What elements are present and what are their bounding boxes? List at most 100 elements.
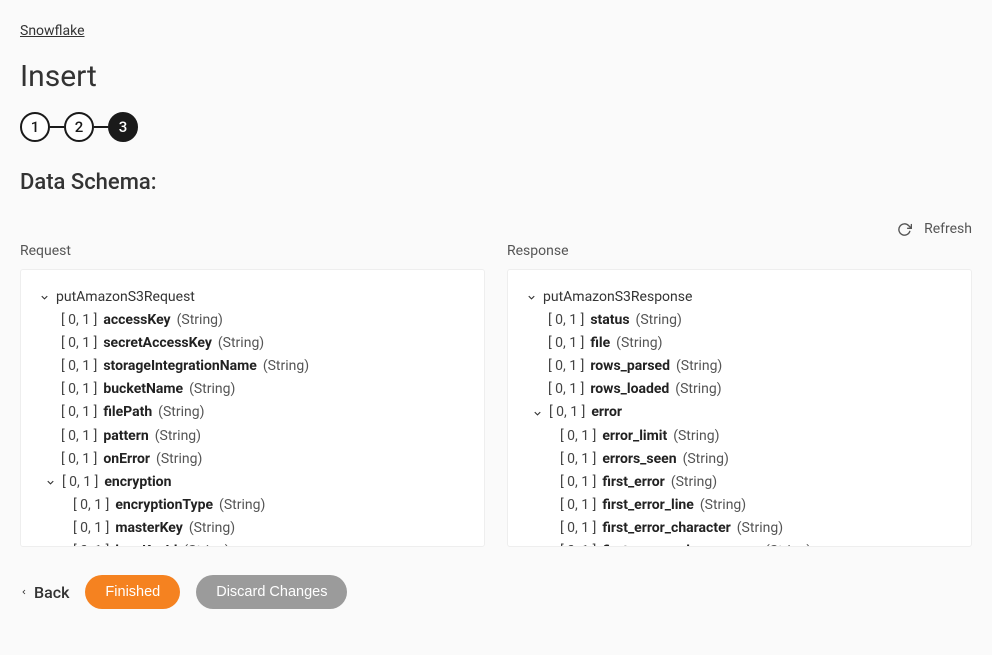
field-type: (String) (671, 471, 717, 494)
chevron-down-icon[interactable] (39, 292, 50, 303)
field-name: storageIntegrationName (103, 355, 256, 378)
field-type: (String) (683, 448, 729, 471)
field-name: pattern (103, 425, 148, 448)
field-cardinality: [ 0, 1 ] (560, 471, 596, 494)
field-cardinality: [ 0, 1 ] (61, 425, 97, 448)
field-cardinality: [ 0, 1 ] (560, 517, 596, 540)
field-type: (String) (673, 425, 719, 448)
step-connector (50, 126, 64, 128)
field-type: (String) (189, 517, 235, 540)
field-type: (String) (675, 378, 721, 401)
tree-row[interactable]: [ 0, 1 ] storageIntegrationName (String) (39, 355, 466, 378)
finished-button[interactable]: Finished (85, 575, 180, 609)
field-type: (String) (177, 309, 223, 332)
tree-row[interactable]: [ 0, 1 ] bucketName (String) (39, 378, 466, 401)
page-title: Insert (20, 59, 972, 94)
field-name: first_error (602, 471, 664, 494)
field-cardinality: [ 0, 1 ] (61, 355, 97, 378)
tree-row[interactable]: [ 0, 1 ] error_limit (String) (526, 425, 953, 448)
field-cardinality: [ 0, 1 ] (61, 309, 97, 332)
tree-row[interactable]: [ 0, 1 ] rows_loaded (String) (526, 378, 953, 401)
tree-row[interactable]: [ 0, 1 ] secretAccessKey (String) (39, 332, 466, 355)
section-title: Data Schema: (20, 170, 972, 195)
chevron-down-icon[interactable] (526, 292, 537, 303)
field-name: masterKey (115, 517, 182, 540)
refresh-icon (897, 222, 912, 237)
field-cardinality: [ 0, 1 ] (560, 448, 596, 471)
field-cardinality: [ 0, 1 ] (73, 540, 109, 547)
breadcrumb-link[interactable]: Snowflake (20, 23, 85, 39)
field-cardinality: [ 0, 1 ] (61, 401, 97, 424)
chevron-down-icon[interactable] (45, 477, 56, 488)
tree-row[interactable]: putAmazonS3Request (39, 286, 466, 309)
tree-row[interactable]: [ 0, 1 ] file (String) (526, 332, 953, 355)
field-cardinality: [ 0, 1 ] (61, 378, 97, 401)
tree-row[interactable]: [ 0, 1 ] status (String) (526, 309, 953, 332)
field-name: rows_loaded (590, 378, 669, 401)
field-cardinality: [ 0, 1 ] (62, 471, 98, 494)
step-3[interactable]: 3 (108, 112, 138, 142)
tree-row[interactable]: [ 0, 1 ] pattern (String) (39, 425, 466, 448)
tree-row[interactable]: [ 0, 1 ] rows_parsed (String) (526, 355, 953, 378)
field-name: encryptionType (115, 494, 213, 517)
field-name: error (591, 401, 622, 424)
tree-row[interactable]: [ 0, 1 ] filePath (String) (39, 401, 466, 424)
field-type: (String) (218, 332, 264, 355)
field-name: filePath (103, 401, 152, 424)
field-name: first_error_column_name (602, 540, 759, 547)
field-type: (String) (636, 309, 682, 332)
field-cardinality: [ 0, 1 ] (548, 332, 584, 355)
tree-row[interactable]: [ 0, 1 ] encryption (39, 471, 466, 494)
field-name: first_error_character (602, 517, 730, 540)
response-panel-label: Response (507, 243, 972, 259)
field-cardinality: [ 0, 1 ] (73, 517, 109, 540)
discard-changes-button[interactable]: Discard Changes (196, 575, 347, 609)
tree-row[interactable]: [ 0, 1 ] encryptionType (String) (39, 494, 466, 517)
field-cardinality: [ 0, 1 ] (560, 425, 596, 448)
field-cardinality: [ 0, 1 ] (548, 355, 584, 378)
tree-row[interactable]: putAmazonS3Response (526, 286, 953, 309)
tree-row[interactable]: [ 0, 1 ] kmsKeyId (String) (39, 540, 466, 547)
field-name: errors_seen (602, 448, 676, 471)
tree-row[interactable]: [ 0, 1 ] accessKey (String) (39, 309, 466, 332)
tree-row[interactable]: [ 0, 1 ] errors_seen (String) (526, 448, 953, 471)
tree-row[interactable]: [ 0, 1 ] first_error_character (String) (526, 517, 953, 540)
field-name: secretAccessKey (103, 332, 212, 355)
field-name: bucketName (103, 378, 183, 401)
tree-node-name: putAmazonS3Response (543, 286, 692, 309)
step-1[interactable]: 1 (20, 112, 50, 142)
step-connector (94, 126, 108, 128)
refresh-button[interactable]: Refresh (897, 221, 972, 237)
tree-row[interactable]: [ 0, 1 ] error (526, 401, 953, 424)
field-name: encryption (104, 471, 171, 494)
field-type: (String) (737, 517, 783, 540)
field-type: (String) (219, 494, 265, 517)
tree-row[interactable]: [ 0, 1 ] first_error_column_name (String… (526, 540, 953, 547)
chevron-down-icon[interactable] (532, 408, 543, 419)
field-name: error_limit (602, 425, 667, 448)
field-type: (String) (700, 494, 746, 517)
field-cardinality: [ 0, 1 ] (61, 448, 97, 471)
field-name: file (590, 332, 610, 355)
field-type: (String) (616, 332, 662, 355)
field-name: rows_parsed (590, 355, 670, 378)
field-type: (String) (183, 540, 229, 547)
tree-row[interactable]: [ 0, 1 ] masterKey (String) (39, 517, 466, 540)
field-type: (String) (189, 378, 235, 401)
refresh-label: Refresh (924, 221, 972, 237)
back-button[interactable]: Back (20, 583, 69, 602)
tree-row[interactable]: [ 0, 1 ] first_error_line (String) (526, 494, 953, 517)
step-2[interactable]: 2 (64, 112, 94, 142)
tree-row[interactable]: [ 0, 1 ] first_error (String) (526, 471, 953, 494)
field-name: accessKey (103, 309, 170, 332)
field-type: (String) (765, 540, 811, 547)
field-name: status (590, 309, 629, 332)
field-cardinality: [ 0, 1 ] (73, 494, 109, 517)
chevron-left-icon (20, 586, 28, 598)
request-panel: putAmazonS3Request [ 0, 1 ] accessKey (S… (20, 269, 485, 547)
request-panel-label: Request (20, 243, 485, 259)
tree-node-name: putAmazonS3Request (56, 286, 195, 309)
field-type: (String) (158, 401, 204, 424)
field-cardinality: [ 0, 1 ] (549, 401, 585, 424)
tree-row[interactable]: [ 0, 1 ] onError (String) (39, 448, 466, 471)
